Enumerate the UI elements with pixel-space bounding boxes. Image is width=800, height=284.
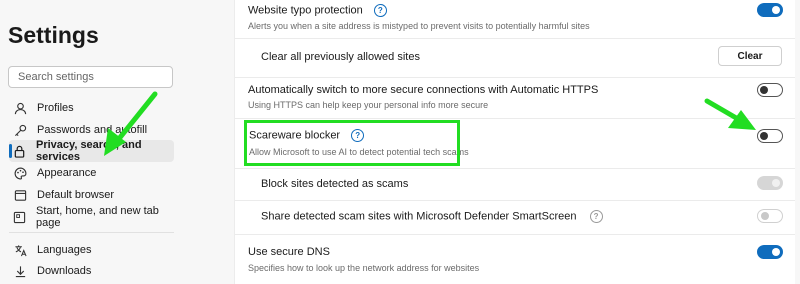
annotation-arrow-icon [104, 91, 158, 156]
annotation-arrow-icon [704, 98, 756, 130]
annotation-arrows [104, 91, 756, 156]
